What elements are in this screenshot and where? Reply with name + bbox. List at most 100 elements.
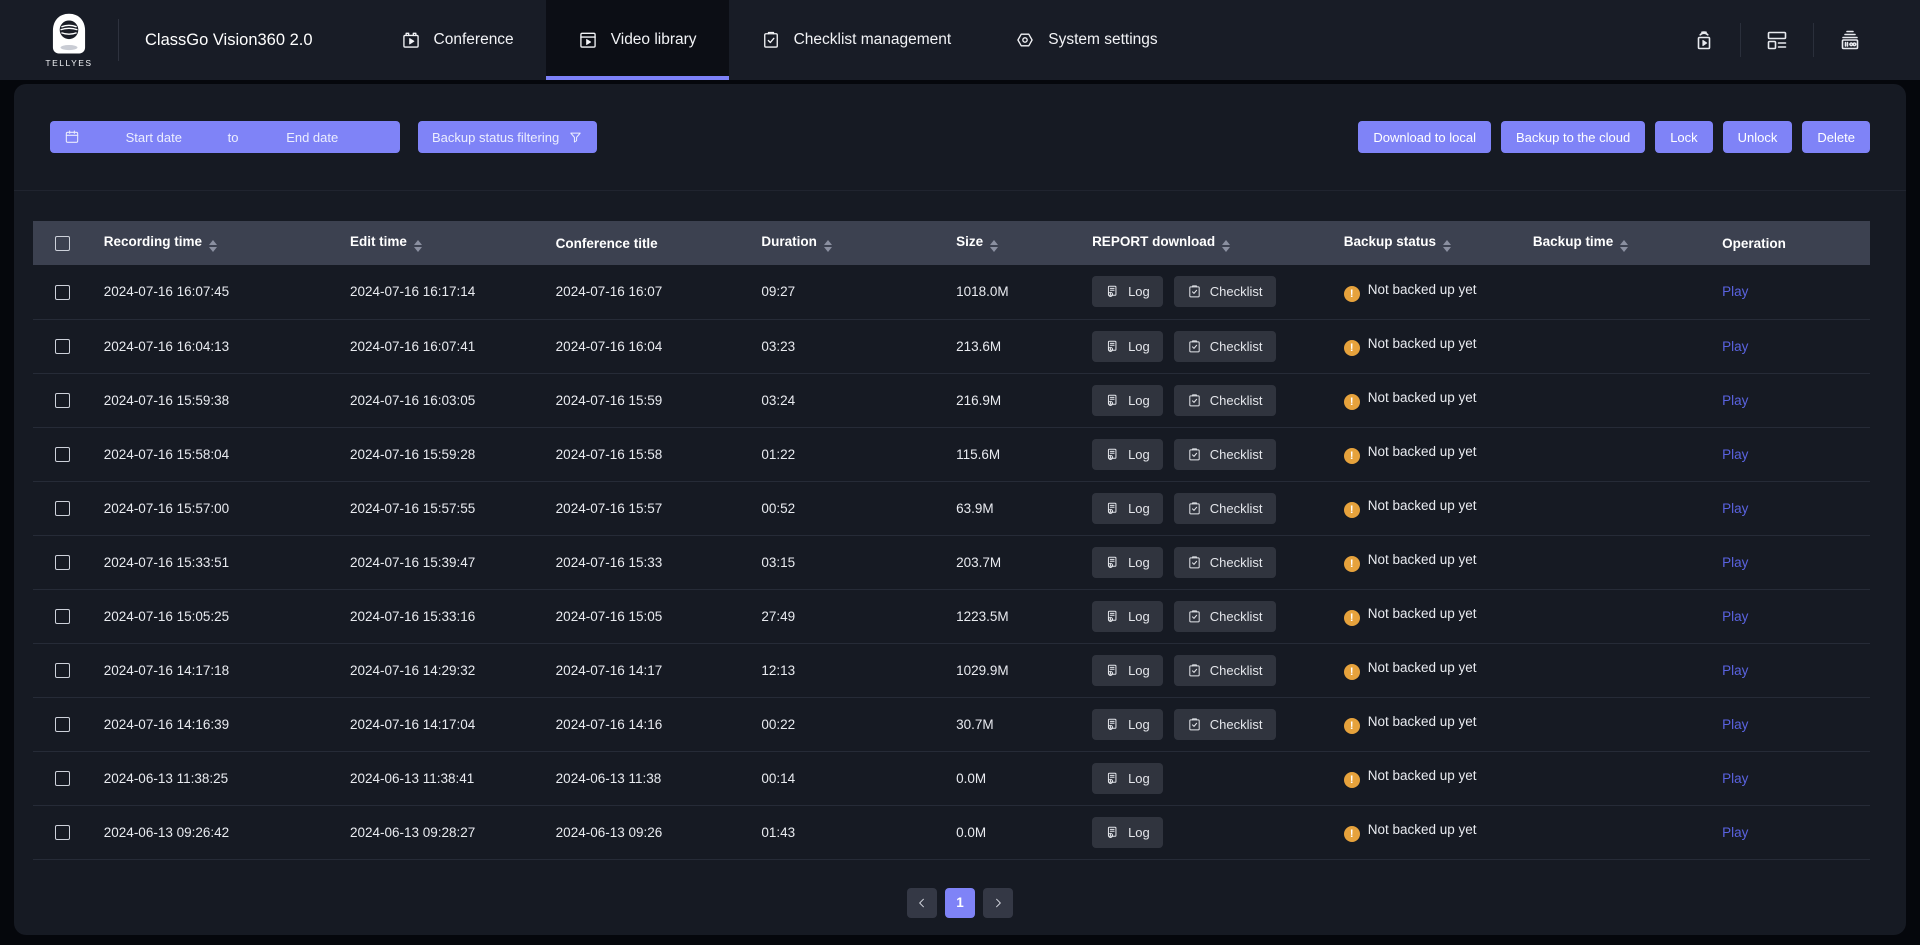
checklist-download-button[interactable]: Checklist — [1174, 439, 1276, 470]
header-divider — [118, 19, 119, 61]
row-checkbox[interactable] — [55, 393, 70, 408]
pagination-prev-button[interactable] — [907, 888, 937, 918]
layout-button[interactable] — [1741, 20, 1813, 60]
backup-status-filter-button[interactable]: Backup status filtering — [418, 121, 597, 153]
log-download-button[interactable]: Log — [1092, 601, 1163, 632]
col-header-operation: Operation — [1710, 221, 1870, 265]
start-date-placeholder[interactable]: Start date — [80, 130, 228, 145]
row-checkbox[interactable] — [55, 447, 70, 462]
sort-icon[interactable] — [824, 240, 832, 253]
date-range-picker[interactable]: Start date to End date — [50, 121, 400, 153]
log-download-button[interactable]: Log — [1092, 331, 1163, 362]
log-download-button[interactable]: Log — [1092, 439, 1163, 470]
sort-icon[interactable] — [209, 240, 217, 253]
screen-cast-button[interactable] — [1668, 20, 1740, 60]
tab-checklist-management[interactable]: Checklist management — [729, 0, 984, 80]
sort-icon[interactable] — [1620, 240, 1628, 253]
select-all-checkbox[interactable] — [55, 236, 70, 251]
sort-icon[interactable] — [990, 240, 998, 253]
log-icon — [1105, 663, 1120, 678]
backup-time-cell — [1521, 427, 1710, 481]
checklist-download-button[interactable]: Checklist — [1174, 493, 1276, 524]
conference-title-cell: 2024-07-16 16:07 — [544, 265, 750, 319]
log-button-label: Log — [1128, 771, 1150, 786]
play-link[interactable]: Play — [1722, 284, 1748, 299]
row-checkbox[interactable] — [55, 825, 70, 840]
row-checkbox[interactable] — [55, 339, 70, 354]
end-date-placeholder[interactable]: End date — [238, 130, 386, 145]
pagination-next-button[interactable] — [983, 888, 1013, 918]
row-checkbox[interactable] — [55, 501, 70, 516]
col-header-size[interactable]: Size — [944, 221, 1080, 265]
col-header-backup_time[interactable]: Backup time — [1521, 221, 1710, 265]
log-download-button[interactable]: Log — [1092, 817, 1163, 848]
play-link[interactable]: Play — [1722, 771, 1748, 786]
log-button-label: Log — [1128, 717, 1150, 732]
col-header-report[interactable]: REPORT download — [1080, 221, 1332, 265]
play-link[interactable]: Play — [1722, 555, 1748, 570]
log-download-button[interactable]: Log — [1092, 763, 1163, 794]
log-download-button[interactable]: Log — [1092, 385, 1163, 416]
edit-time-cell: 2024-07-16 15:33:16 — [338, 589, 544, 643]
recording-time-cell: 2024-07-16 14:17:18 — [92, 643, 338, 697]
operation-cell: Play — [1710, 643, 1870, 697]
log-download-button[interactable]: Log — [1092, 547, 1163, 578]
row-checkbox[interactable] — [55, 771, 70, 786]
col-header-select[interactable] — [33, 221, 92, 265]
warning-icon: ! — [1344, 718, 1360, 734]
col-header-recording_time[interactable]: Recording time — [92, 221, 338, 265]
pagination-page-1[interactable]: 1 — [945, 888, 975, 918]
backup-status-cell: !Not backed up yet — [1332, 805, 1521, 859]
tab-video-library[interactable]: Video library — [546, 0, 729, 80]
row-checkbox[interactable] — [55, 717, 70, 732]
checklist-icon — [1187, 717, 1202, 732]
recording-time-cell: 2024-07-16 16:07:45 — [92, 265, 338, 319]
play-link[interactable]: Play — [1722, 717, 1748, 732]
delete-button[interactable]: Delete — [1802, 121, 1870, 153]
log-download-button[interactable]: Log — [1092, 709, 1163, 740]
col-header-backup_status[interactable]: Backup status — [1332, 221, 1521, 265]
checklist-download-button[interactable]: Checklist — [1174, 547, 1276, 578]
backup-to-the-cloud-button[interactable]: Backup to the cloud — [1501, 121, 1645, 153]
checklist-download-button[interactable]: Checklist — [1174, 385, 1276, 416]
play-link[interactable]: Play — [1722, 825, 1748, 840]
backup-status-cell: !Not backed up yet — [1332, 427, 1521, 481]
checklist-download-button[interactable]: Checklist — [1174, 601, 1276, 632]
edit-time-cell: 2024-07-16 16:03:05 — [338, 373, 544, 427]
col-header-edit_time[interactable]: Edit time — [338, 221, 544, 265]
edit-time-cell: 2024-07-16 15:59:28 — [338, 427, 544, 481]
download-to-local-button[interactable]: Download to local — [1358, 121, 1491, 153]
recorder-button[interactable] — [1814, 20, 1886, 60]
play-link[interactable]: Play — [1722, 393, 1748, 408]
sort-icon[interactable] — [1222, 240, 1230, 253]
row-checkbox[interactable] — [55, 285, 70, 300]
log-download-button[interactable]: Log — [1092, 276, 1163, 307]
sort-icon[interactable] — [414, 240, 422, 253]
tab-conference[interactable]: Conference — [369, 0, 546, 80]
tab-system-settings[interactable]: System settings — [983, 0, 1189, 80]
unlock-button[interactable]: Unlock — [1723, 121, 1793, 153]
row-checkbox[interactable] — [55, 609, 70, 624]
log-download-button[interactable]: Log — [1092, 493, 1163, 524]
log-download-button[interactable]: Log — [1092, 655, 1163, 686]
lock-button[interactable]: Lock — [1655, 121, 1712, 153]
log-icon — [1105, 717, 1120, 732]
play-link[interactable]: Play — [1722, 339, 1748, 354]
checklist-download-button[interactable]: Checklist — [1174, 276, 1276, 307]
row-checkbox[interactable] — [55, 663, 70, 678]
play-link[interactable]: Play — [1722, 663, 1748, 678]
backup-status-text: Not backed up yet — [1368, 498, 1477, 513]
checklist-download-button[interactable]: Checklist — [1174, 655, 1276, 686]
play-link[interactable]: Play — [1722, 447, 1748, 462]
col-label: Backup status — [1344, 234, 1436, 249]
sort-icon[interactable] — [1443, 240, 1451, 253]
play-link[interactable]: Play — [1722, 609, 1748, 624]
tab-label: Video library — [611, 31, 697, 49]
table-row: 2024-06-13 11:38:252024-06-13 11:38:4120… — [33, 751, 1870, 805]
checklist-download-button[interactable]: Checklist — [1174, 709, 1276, 740]
play-link[interactable]: Play — [1722, 501, 1748, 516]
checklist-download-button[interactable]: Checklist — [1174, 331, 1276, 362]
row-checkbox[interactable] — [55, 555, 70, 570]
col-header-duration[interactable]: Duration — [749, 221, 944, 265]
backup-status-text: Not backed up yet — [1368, 552, 1477, 567]
